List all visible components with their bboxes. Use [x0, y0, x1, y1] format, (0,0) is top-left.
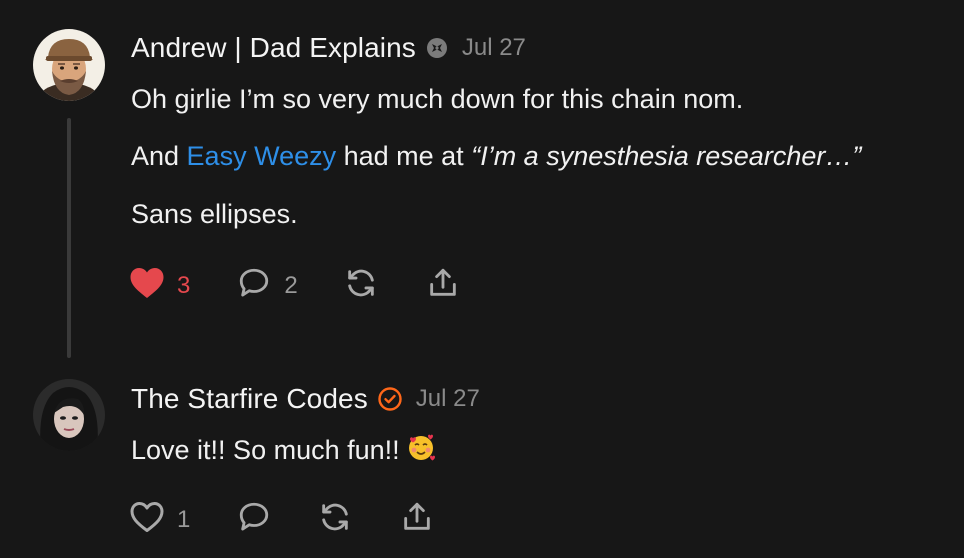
restack-button[interactable]	[344, 266, 378, 305]
comment-text: Love it!! So much fun!!	[131, 433, 436, 470]
avatar[interactable]	[33, 379, 105, 451]
smiling-face-with-hearts-icon	[406, 433, 436, 470]
restack-button[interactable]	[318, 500, 352, 539]
share-icon	[400, 500, 434, 539]
comment-bubble-icon	[236, 500, 272, 539]
like-button[interactable]: 1	[129, 500, 190, 539]
quoted-text: “I’m a synesthesia researcher…”	[471, 141, 862, 171]
reply-button[interactable]	[236, 500, 272, 539]
comment-text: Sans ellipses.	[131, 199, 298, 229]
avatar[interactable]	[33, 29, 105, 101]
share-button[interactable]	[400, 500, 434, 539]
comment-date[interactable]: Jul 27	[416, 385, 480, 413]
heart-filled-icon	[129, 266, 165, 305]
heart-outline-icon	[129, 500, 165, 539]
comment-header: Andrew | Dad Explains Jul 27	[131, 32, 526, 64]
share-icon	[426, 266, 460, 305]
text-segment: And	[131, 141, 187, 171]
share-button[interactable]	[426, 266, 460, 305]
thread-line	[67, 118, 71, 358]
like-count: 1	[177, 505, 191, 533]
restack-icon	[344, 266, 378, 305]
user-mention-link[interactable]: Easy Weezy	[187, 141, 337, 171]
comment-text: And Easy Weezy had me at “I’m a synesthe…	[131, 141, 861, 172]
text-segment: Love it!! So much fun!!	[131, 435, 400, 465]
author-name[interactable]: Andrew | Dad Explains	[131, 32, 416, 64]
substack-bestseller-badge-icon	[426, 37, 448, 59]
like-button[interactable]: 3	[129, 266, 190, 305]
verified-check-icon	[378, 387, 402, 411]
like-count: 3	[177, 271, 191, 299]
comment-bubble-icon	[236, 266, 272, 305]
comment-actions: 3 2	[129, 266, 460, 305]
reply-count: 2	[284, 271, 298, 299]
restack-icon	[318, 500, 352, 539]
reply-button[interactable]: 2	[236, 266, 298, 305]
comment-header: The Starfire Codes Jul 27	[131, 383, 480, 415]
text-segment: had me at	[336, 141, 472, 171]
comment-date[interactable]: Jul 27	[462, 34, 526, 62]
comment-actions: 1	[129, 500, 434, 539]
author-name[interactable]: The Starfire Codes	[131, 383, 368, 415]
comment-text: Oh girlie I’m so very much down for this…	[131, 84, 744, 114]
